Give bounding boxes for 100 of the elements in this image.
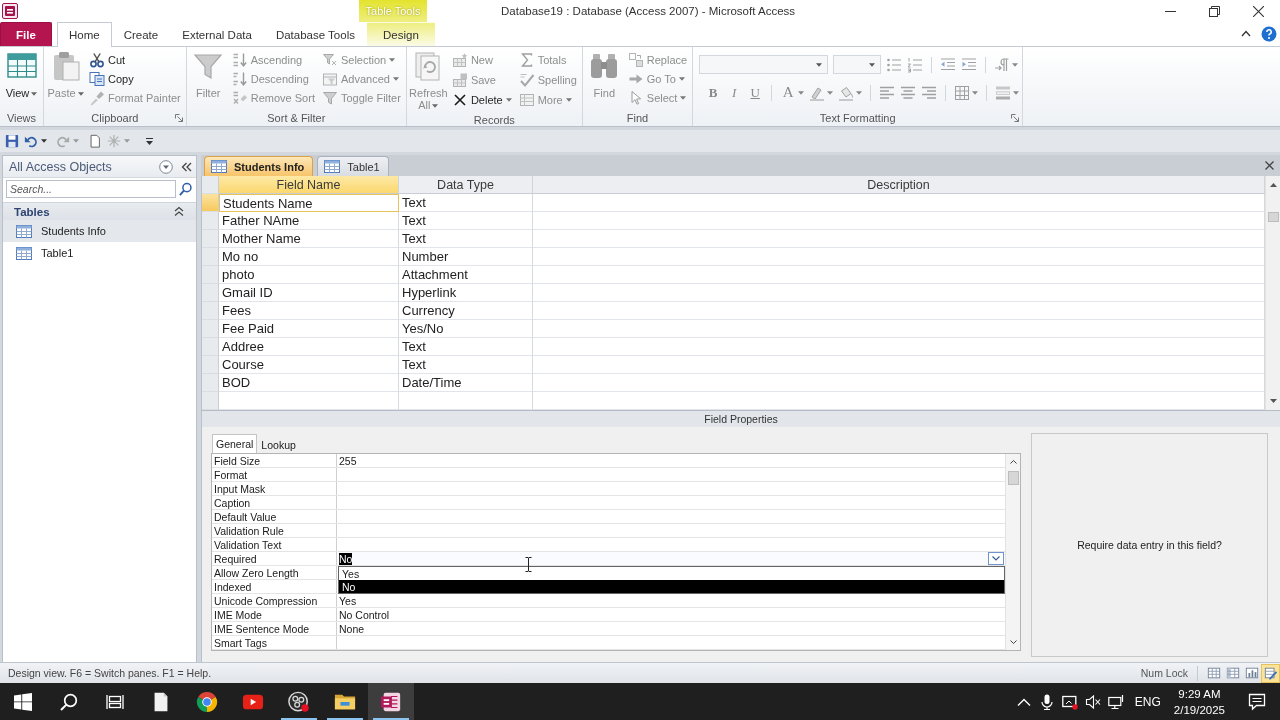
scroll-down-icon[interactable]	[1009, 640, 1017, 644]
row-selector[interactable]	[202, 320, 219, 338]
decrease-indent-icon[interactable]	[940, 56, 957, 73]
ribbon-tab[interactable]: Home	[57, 22, 112, 47]
property-value-field[interactable]: No	[337, 552, 1005, 565]
ribbon-tab[interactable]: File	[0, 22, 52, 46]
row-selector[interactable]	[202, 392, 219, 410]
table-cell[interactable]	[533, 302, 1265, 320]
table-cell[interactable]: Date/Time	[399, 374, 533, 392]
screen-capture-icon[interactable]	[1061, 693, 1078, 710]
table-cell[interactable]	[533, 248, 1265, 266]
row-selector[interactable]	[202, 212, 219, 230]
grid-corner[interactable]	[202, 176, 219, 194]
collapse-ribbon-icon[interactable]	[1241, 30, 1251, 37]
align-right-icon[interactable]	[921, 84, 938, 101]
ribbon-button[interactable]: Delete	[449, 90, 514, 109]
bullets-icon[interactable]	[886, 56, 903, 73]
nav-item[interactable]: Table1	[3, 242, 196, 264]
ribbon-button[interactable]: Cut	[87, 50, 183, 69]
table-cell[interactable]	[533, 320, 1265, 338]
new-page-icon[interactable]	[88, 134, 102, 148]
table-cell[interactable]: Father NAme	[219, 212, 399, 230]
table-cell[interactable]	[533, 284, 1265, 302]
ribbon-button[interactable]: View	[3, 49, 40, 109]
ribbon-tab[interactable]: Database Tools	[263, 22, 367, 46]
sparkle-icon[interactable]	[107, 134, 121, 148]
scroll-up-icon[interactable]	[1269, 183, 1277, 187]
row-selector[interactable]	[202, 266, 219, 284]
alternate-rows-icon[interactable]	[995, 84, 1012, 101]
property-tab[interactable]: General	[212, 434, 258, 453]
help-icon[interactable]	[1261, 26, 1277, 42]
row-selector[interactable]	[202, 356, 219, 374]
network-icon[interactable]	[1107, 693, 1124, 710]
scroll-up-icon[interactable]	[1009, 460, 1017, 464]
ribbon-tab[interactable]: Design	[366, 22, 435, 46]
save-icon[interactable]	[5, 134, 19, 148]
table-cell[interactable]: Mo no	[219, 248, 399, 266]
ribbon-button[interactable]: Copy	[87, 69, 183, 88]
table-cell[interactable]: Yes/No	[399, 320, 533, 338]
row-selector[interactable]	[202, 248, 219, 266]
table-cell[interactable]: Text	[399, 338, 533, 356]
document-tab[interactable]: Table1	[317, 156, 389, 176]
table-cell[interactable]: Students Name	[219, 194, 399, 212]
close-icon[interactable]	[1265, 161, 1274, 170]
numbering-icon[interactable]	[907, 56, 924, 73]
document-tab[interactable]: Students Info	[204, 156, 314, 176]
table-cell[interactable]: Course	[219, 356, 399, 374]
collapse-pane-icon[interactable]	[181, 161, 192, 172]
microphone-icon[interactable]	[1038, 693, 1055, 710]
notification-icon[interactable]	[1248, 692, 1266, 711]
dropdown-button[interactable]	[988, 552, 1004, 565]
table-cell[interactable]	[533, 338, 1265, 356]
search-icon[interactable]	[178, 181, 193, 197]
table-cell[interactable]: Addree	[219, 338, 399, 356]
table-cell[interactable]: BOD	[219, 374, 399, 392]
table-cell[interactable]: Fee Paid	[219, 320, 399, 338]
ribbon-tab[interactable]: External Data	[170, 22, 264, 46]
table-cell[interactable]: Currency	[399, 302, 533, 320]
table-cell[interactable]: photo	[219, 266, 399, 284]
align-center-icon[interactable]	[900, 84, 917, 101]
increase-indent-icon[interactable]	[961, 56, 978, 73]
table-cell[interactable]: Gmail ID	[219, 284, 399, 302]
row-selector[interactable]	[202, 230, 219, 248]
scrollbar-thumb[interactable]	[1007, 471, 1019, 485]
gridlines-icon[interactable]	[954, 84, 971, 101]
row-selector[interactable]	[202, 374, 219, 392]
clock-time[interactable]: 9:29 AM	[1178, 685, 1221, 702]
table-cell[interactable]	[533, 194, 1265, 212]
table-cell[interactable]: Attachment	[399, 266, 533, 284]
paragraph-direction-icon[interactable]	[994, 56, 1011, 73]
taskbar-app-button[interactable]	[368, 683, 414, 720]
dropdown-option[interactable]: No	[339, 580, 1004, 593]
table-cell[interactable]	[533, 374, 1265, 392]
row-selector[interactable]	[202, 194, 219, 212]
clock-date[interactable]: 2/19/2025	[1173, 701, 1225, 718]
language-indicator[interactable]: ENG	[1134, 694, 1161, 709]
nav-item[interactable]: Students Info	[3, 220, 196, 242]
table-cell[interactable]: Text	[399, 230, 533, 248]
table-cell[interactable]	[533, 356, 1265, 374]
align-left-icon[interactable]	[879, 84, 896, 101]
double-chevron-up-icon[interactable]	[174, 206, 184, 217]
scroll-down-icon[interactable]	[1269, 399, 1277, 403]
dropdown-option[interactable]: Yes	[339, 567, 1004, 580]
table-cell[interactable]: Fees	[219, 302, 399, 320]
row-selector[interactable]	[202, 338, 219, 356]
ribbon-tab[interactable]: Create	[111, 22, 171, 46]
customize-toolbar-icon[interactable]	[145, 136, 154, 146]
table-cell[interactable]: Number	[399, 248, 533, 266]
speaker-muted-icon[interactable]	[1084, 693, 1101, 710]
dialog-launcher-icon[interactable]	[174, 114, 183, 122]
dropdown-circle-icon[interactable]	[159, 159, 173, 174]
dropdown-caret-icon[interactable]	[41, 139, 47, 143]
table-cell[interactable]: Hyperlink	[399, 284, 533, 302]
row-selector[interactable]	[202, 302, 219, 320]
table-cell[interactable]: Mother Name	[219, 230, 399, 248]
table-cell[interactable]	[533, 230, 1265, 248]
property-tab[interactable]: Lookup	[257, 436, 300, 453]
undo-icon[interactable]	[24, 134, 38, 148]
table-cell[interactable]: Text	[399, 356, 533, 374]
scrollbar-thumb[interactable]	[1267, 212, 1279, 222]
